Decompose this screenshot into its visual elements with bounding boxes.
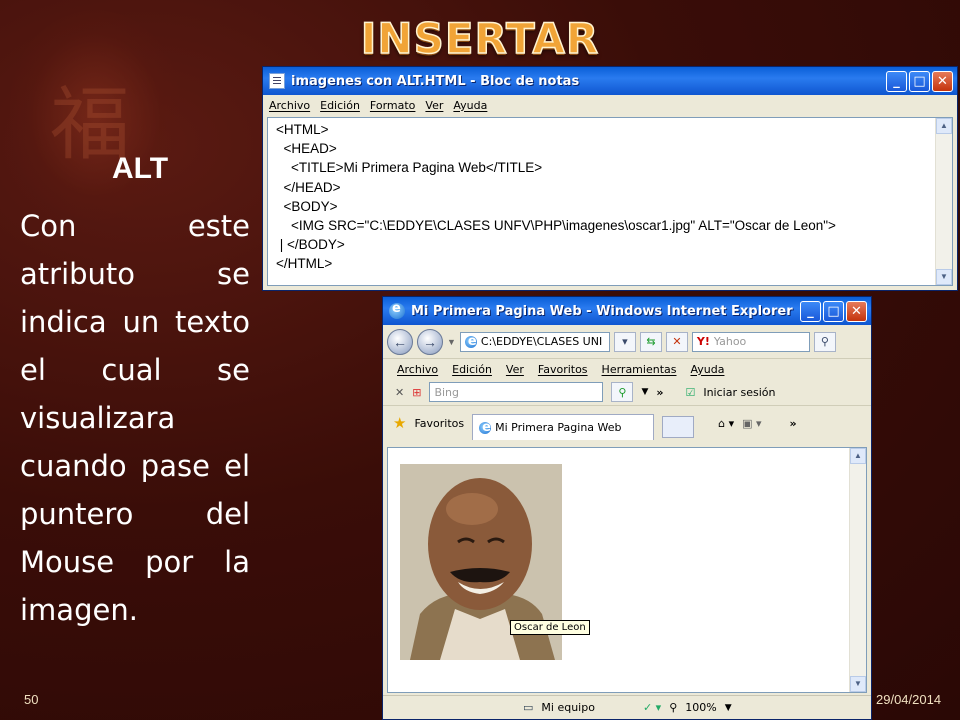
vertical-scrollbar[interactable]: ▲ ▼: [849, 448, 866, 692]
page-icon: [464, 334, 477, 349]
code-line: </HEAD>: [276, 179, 341, 195]
code-line: <BODY>: [276, 198, 338, 214]
toolbar-chevron-icon[interactable]: »: [656, 386, 663, 399]
history-dropdown-icon[interactable]: ▼: [447, 337, 456, 347]
favorites-bar: ★ Favoritos Mi Primera Pagina Web ⌂ ▾ ▣ …: [383, 406, 871, 440]
close-toolbar-icon[interactable]: ✕: [395, 386, 404, 399]
scroll-down-icon[interactable]: ▼: [936, 269, 952, 285]
status-bar: ▭ Mi equipo ✓ ▾ ⚲ 100% ▼: [383, 695, 871, 719]
favorites-label[interactable]: Favoritos: [414, 417, 464, 430]
vertical-scrollbar[interactable]: ▲ ▼: [935, 118, 952, 285]
bing-search-input[interactable]: Bing: [429, 382, 604, 402]
menu-item-formato[interactable]: Formato: [370, 99, 416, 112]
menu-item-favoritos[interactable]: Favoritos: [538, 363, 588, 376]
address-value: C:\EDDYE\CLASES UNI: [480, 335, 603, 348]
code-line: </HTML>: [276, 256, 333, 272]
body-text: Con este atributo se indica un texto el …: [20, 209, 250, 627]
bing-toolbar: ✕ ⊞ Bing ⚲ ▼ » ☑ Iniciar sesión: [383, 379, 871, 406]
close-button[interactable]: ✕: [846, 300, 867, 322]
menu-item-archivo[interactable]: Archivo: [269, 99, 310, 112]
tab-page-icon: [479, 420, 492, 435]
stop-icon[interactable]: ✕: [665, 331, 688, 352]
page-content: Oscar de Leon ▲ ▼: [387, 447, 867, 693]
refresh-icon[interactable]: ⇆: [639, 331, 662, 352]
minimize-button[interactable]: _: [886, 70, 907, 92]
menu-item-ver[interactable]: Ver: [425, 99, 443, 112]
new-tab-button[interactable]: [662, 416, 695, 438]
code-line: <IMG SRC="C:\EDDYE\CLASES UNFV\PHP\image…: [276, 218, 836, 234]
minimize-button[interactable]: _: [800, 300, 821, 322]
zoom-level[interactable]: 100%: [685, 701, 716, 714]
favorites-chevron-icon[interactable]: »: [790, 417, 797, 430]
notepad-titlebar[interactable]: imagenes con ALT.HTML - Bloc de notas _ …: [263, 67, 957, 95]
address-dropdown-icon[interactable]: ▾: [613, 331, 636, 352]
bing-search-icon[interactable]: ⚲: [611, 382, 634, 402]
alt-tooltip: Oscar de Leon: [510, 620, 590, 635]
address-toolbar: ← → ▼ C:\EDDYE\CLASES UNI ▾ ⇆ ✕ Y! Yahoo…: [383, 325, 871, 359]
bing-placeholder: Bing: [434, 385, 459, 399]
close-button[interactable]: ✕: [932, 70, 953, 92]
code-line: <TITLE>Mi Primera Pagina Web</TITLE>: [276, 160, 543, 176]
notepad-title: imagenes con ALT.HTML - Bloc de notas: [291, 73, 580, 89]
favorites-star-icon[interactable]: ★: [393, 414, 406, 432]
feeds-icon[interactable]: ▣ ▾: [742, 417, 761, 430]
sign-in-link[interactable]: Iniciar sesión: [703, 386, 775, 399]
slide-title: INSERTAR IMAGENES: [352, 13, 608, 113]
scroll-up-icon[interactable]: ▲: [936, 118, 952, 134]
browser-menubar: Archivo Edición Ver Favoritos Herramient…: [383, 359, 871, 379]
tab-label: Mi Primera Pagina Web: [495, 421, 622, 434]
menu-item-ver[interactable]: Ver: [506, 363, 524, 376]
protected-mode-icon[interactable]: ✓ ▾: [643, 701, 661, 714]
windows-flag-icon: ⊞: [412, 385, 422, 399]
tab-mi-primera-pagina[interactable]: Mi Primera Pagina Web: [472, 414, 655, 440]
menu-item-herramientas[interactable]: Herramientas: [602, 363, 677, 376]
notepad-window: imagenes con ALT.HTML - Bloc de notas _ …: [262, 66, 958, 291]
search-icon[interactable]: ⚲: [813, 331, 836, 352]
menu-item-ayuda[interactable]: Ayuda: [690, 363, 724, 376]
page-number: 50: [24, 692, 39, 707]
ie-logo-icon: [389, 301, 405, 319]
menu-item-ayuda[interactable]: Ayuda: [453, 99, 487, 112]
decorative-lantern: 福: [10, 10, 180, 220]
browser-titlebar[interactable]: Mi Primera Pagina Web - Windows Internet…: [383, 297, 871, 325]
notepad-menubar: Archivo Edición Formato Ver Ayuda: [263, 95, 957, 115]
home-icon[interactable]: ⌂ ▾: [718, 417, 734, 430]
code-line: | </BODY>: [276, 237, 345, 253]
code-block: <HTML> <HEAD> <TITLE>Mi Primera Pagina W…: [268, 118, 952, 276]
scroll-down-icon[interactable]: ▼: [850, 676, 866, 692]
code-line: <HTML>: [276, 122, 329, 137]
address-input[interactable]: C:\EDDYE\CLASES UNI: [459, 331, 610, 352]
computer-icon: ▭: [523, 701, 534, 714]
forward-arrow-icon[interactable]: →: [417, 328, 443, 355]
status-zone: Mi equipo: [541, 701, 595, 714]
zoom-dropdown-icon[interactable]: ▼: [725, 703, 732, 713]
code-line: <HEAD>: [276, 141, 337, 157]
browser-title: Mi Primera Pagina Web - Windows Internet…: [411, 303, 793, 319]
maximize-button[interactable]: □: [909, 70, 930, 92]
search-placeholder: Yahoo: [713, 335, 747, 348]
alt-heading: ALT: [111, 152, 169, 185]
slide-date: 29/04/2014: [876, 692, 942, 707]
back-arrow-icon[interactable]: ←: [387, 328, 413, 355]
notepad-icon: [269, 73, 285, 89]
notepad-text-area[interactable]: <HTML> <HEAD> <TITLE>Mi Primera Pagina W…: [267, 117, 953, 286]
zoom-icon: ⚲: [669, 701, 678, 714]
menu-item-edicion[interactable]: Edición: [452, 363, 492, 376]
menu-item-archivo[interactable]: Archivo: [397, 363, 438, 376]
menu-item-edicion[interactable]: Edición: [320, 99, 360, 112]
browser-window: Mi Primera Pagina Web - Windows Internet…: [382, 296, 872, 720]
maximize-button[interactable]: □: [823, 300, 844, 322]
search-input[interactable]: Y! Yahoo: [691, 331, 810, 352]
check-icon: ☑: [685, 385, 696, 399]
bing-dropdown-icon[interactable]: ▼: [641, 387, 648, 397]
yahoo-logo-icon: Y!: [696, 335, 710, 348]
scroll-up-icon[interactable]: ▲: [850, 448, 866, 464]
